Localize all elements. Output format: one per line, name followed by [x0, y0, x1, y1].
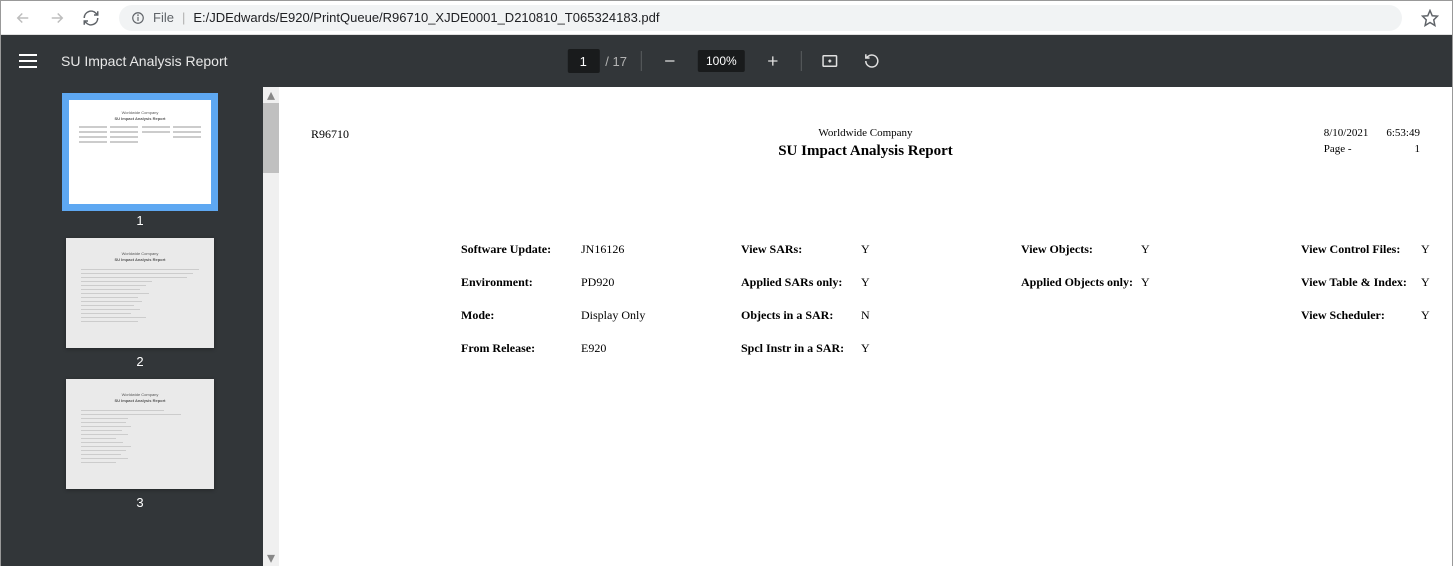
param-label: View Table & Index: [1301, 275, 1421, 290]
scrollbar-thumb[interactable] [263, 103, 279, 173]
param-label: Applied SARs only: [741, 275, 861, 290]
zoom-in-button[interactable] [759, 47, 787, 75]
report-time: 6:53:49 [1386, 127, 1420, 139]
param-label: Spcl Instr in a SAR: [741, 341, 861, 356]
company-name: Worldwide Company [778, 127, 953, 139]
toolbar-separator [801, 51, 802, 71]
param-value: Y [1141, 275, 1231, 290]
page-controls: / 17 [567, 49, 627, 73]
thumbnail-page-2[interactable]: Worldwide CompanySU Impact Analysis Repo… [66, 238, 214, 348]
url-bar[interactable]: File | E:/JDEdwards/E920/PrintQueue/R967… [119, 5, 1402, 31]
param-value: Y [861, 341, 951, 356]
document-area[interactable]: R96710 Worldwide Company SU Impact Analy… [279, 87, 1452, 566]
zoom-out-button[interactable] [656, 47, 684, 75]
param-value: JN16126 [581, 242, 671, 257]
param-value: E920 [581, 341, 671, 356]
thumbnail-item[interactable]: Worldwide CompanySU Impact Analysis Repo… [66, 379, 214, 510]
scroll-down-icon[interactable]: ▾ [263, 550, 279, 566]
thumbnail-number: 3 [136, 495, 143, 510]
param-label: Environment: [461, 275, 581, 290]
reload-button[interactable] [77, 4, 105, 32]
param-value: N [861, 308, 951, 323]
param-label: View SARs: [741, 242, 861, 257]
pdf-toolbar: SU Impact Analysis Report / 17 100% [1, 35, 1452, 87]
menu-button[interactable] [19, 49, 43, 73]
param-col-3: View Objects:Y Applied Objects only:Y [1021, 242, 1231, 356]
param-value: PD920 [581, 275, 671, 290]
param-label: View Objects: [1021, 242, 1141, 257]
url-separator: | [182, 10, 185, 25]
pdf-viewer: SU Impact Analysis Report / 17 100% [1, 35, 1452, 566]
param-label: From Release: [461, 341, 581, 356]
zoom-level[interactable]: 100% [698, 50, 745, 72]
toolbar-center: / 17 100% [567, 47, 885, 75]
report-date: 8/10/2021 [1324, 127, 1369, 139]
thumbnail-item[interactable]: Worldwide CompanySU Impact Analysis Repo… [66, 238, 214, 369]
param-label: View Scheduler: [1301, 308, 1421, 323]
thumbnail-item[interactable]: Worldwide CompanySU Impact Analysis Repo… [66, 97, 214, 228]
header-right: 8/10/2021 6:53:49 Page - 1 [1324, 127, 1420, 159]
bookmark-button[interactable] [1416, 4, 1444, 32]
document-title: SU Impact Analysis Report [61, 53, 228, 69]
thumbnail-page-1[interactable]: Worldwide CompanySU Impact Analysis Repo… [66, 97, 214, 207]
thumbnail-panel: Worldwide CompanySU Impact Analysis Repo… [1, 87, 279, 566]
thumbnail-number: 2 [136, 354, 143, 369]
fit-page-button[interactable] [816, 47, 844, 75]
thumbnail-scrollbar[interactable]: ▴ ▾ [263, 87, 279, 566]
param-col-4: View Control Files:Y View Table & Index:… [1301, 242, 1452, 356]
forward-button[interactable] [43, 4, 71, 32]
rotate-button[interactable] [858, 47, 886, 75]
param-value: Y [1421, 275, 1452, 290]
param-col-2: View SARs:Y Applied SARs only:Y Objects … [741, 242, 951, 356]
thumbnail-page-3[interactable]: Worldwide CompanySU Impact Analysis Repo… [66, 379, 214, 489]
url-text: E:/JDEdwards/E920/PrintQueue/R96710_XJDE… [193, 10, 659, 25]
param-value: Display Only [581, 308, 671, 323]
thumbnail-number: 1 [136, 213, 143, 228]
param-value: Y [1421, 242, 1452, 257]
url-scheme-label: File [153, 10, 174, 25]
param-label: Objects in a SAR: [741, 308, 861, 323]
info-icon [131, 11, 145, 25]
back-button[interactable] [9, 4, 37, 32]
param-label: View Control Files: [1301, 242, 1421, 257]
thumbnail-list: Worldwide CompanySU Impact Analysis Repo… [1, 87, 279, 520]
param-value: Y [1141, 242, 1231, 257]
param-value: Y [861, 275, 951, 290]
parameter-grid: Software Update:JN16126 Environment:PD92… [461, 242, 1420, 356]
report-title: SU Impact Analysis Report [778, 143, 953, 160]
pdf-page: R96710 Worldwide Company SU Impact Analy… [279, 87, 1452, 566]
document-header: R96710 Worldwide Company SU Impact Analy… [311, 127, 1420, 142]
scroll-up-icon[interactable]: ▴ [263, 87, 279, 103]
page-label: Page - [1324, 143, 1352, 155]
page-number: 1 [1415, 143, 1421, 155]
browser-bar: File | E:/JDEdwards/E920/PrintQueue/R967… [1, 1, 1452, 35]
page-number-input[interactable] [567, 49, 599, 73]
page-total: / 17 [605, 54, 627, 69]
report-id: R96710 [311, 127, 349, 142]
param-label: Software Update: [461, 242, 581, 257]
param-label: Applied Objects only: [1021, 275, 1141, 290]
param-label: Mode: [461, 308, 581, 323]
viewer-body: Worldwide Company SU Impact Analysis Repo… [1, 87, 1452, 566]
toolbar-separator [641, 51, 642, 71]
param-value: Y [1421, 308, 1452, 323]
param-col-1: Software Update:JN16126 Environment:PD92… [461, 242, 671, 356]
param-value: Y [861, 242, 951, 257]
